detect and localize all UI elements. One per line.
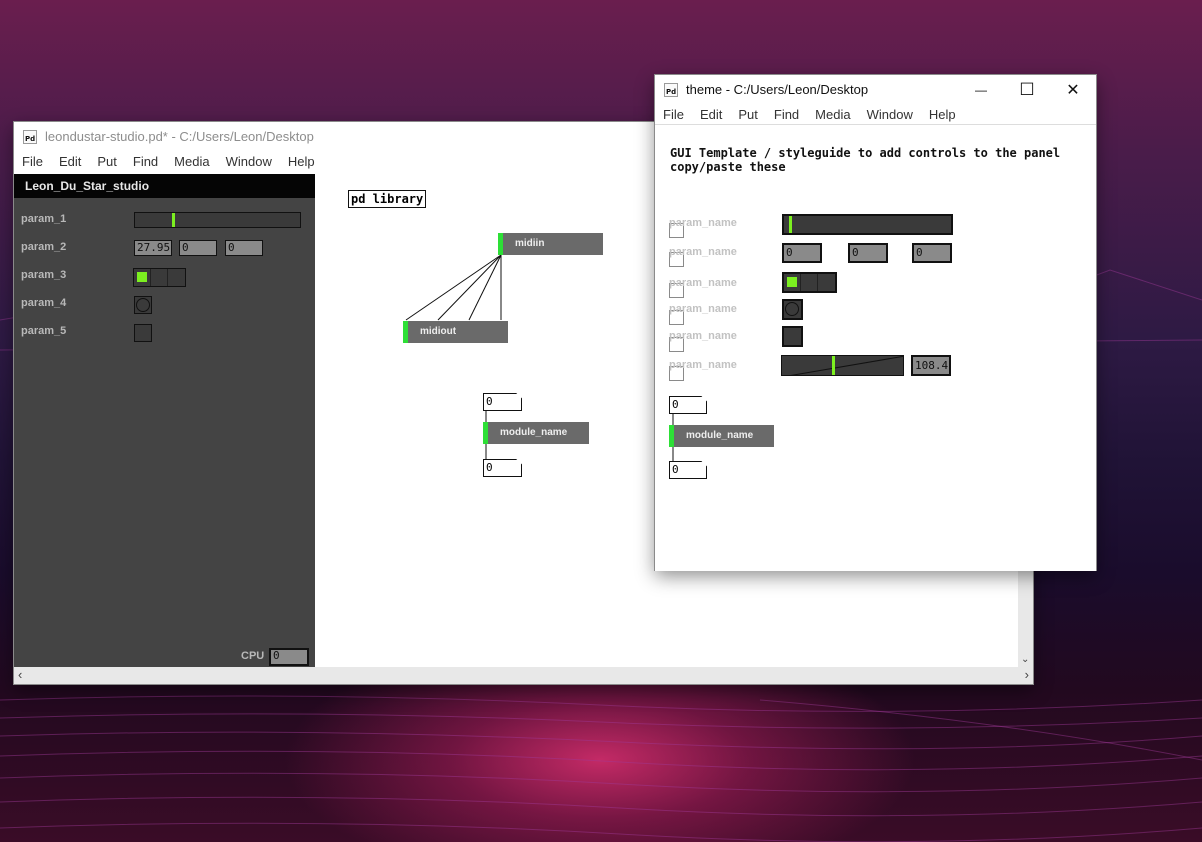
slider-knob[interactable] [789,216,792,233]
slider-knob[interactable] [832,356,835,375]
template-heading-line-1: GUI Template / styleguide to add control… [670,146,1061,160]
param-2-number-a[interactable]: 27.95 [134,240,172,256]
panel-title: Leon_Du_Star_studio [14,174,315,198]
menu-put[interactable]: Put [738,107,758,122]
template-curve-slider[interactable] [781,355,904,376]
pd-app-icon: Pd [23,129,37,144]
row-5-param-label: param_name [669,330,737,342]
studio-panel: Leon_Du_Star_studio param_1 param_2 27.9… [14,174,315,667]
close-icon[interactable]: ✕ [1050,75,1096,104]
menu-help[interactable]: Help [288,154,315,169]
pd-icon-label: Pd [666,87,677,96]
template-radio[interactable] [782,272,837,293]
menu-file[interactable]: File [22,154,43,169]
row-6-param-label: param_name [669,359,737,371]
template-number-box-bottom[interactable]: 0 [669,461,707,479]
cpu-number[interactable]: 0 [269,648,309,666]
param-3-radio[interactable] [133,268,186,287]
param-4-label: param_4 [21,297,67,309]
template-heading-line-2: copy/paste these [670,160,786,174]
menu-media[interactable]: Media [174,154,209,169]
radio-cell-2[interactable] [801,274,818,291]
slider-knob[interactable] [172,213,175,227]
menu-help[interactable]: Help [929,107,956,122]
template-number-b[interactable]: 0 [848,243,888,263]
menu-find[interactable]: Find [774,107,799,122]
main-window-title: leondustar-studio.pd* - C:/Users/Leon/De… [45,129,314,144]
horizontal-scrollbar[interactable]: ‹ › [14,667,1033,684]
menu-edit[interactable]: Edit [700,107,722,122]
theme-menubar: File Edit Put Find Media Window Help [655,104,1096,124]
module-name-object[interactable]: module_name [483,422,589,444]
theme-window-title: theme - C:/Users/Leon/Desktop [686,82,869,97]
scroll-left-arrow-icon[interactable]: ‹ [18,667,22,682]
radio-cell-1[interactable] [134,269,151,286]
param-2-number-b[interactable]: 0 [179,240,217,256]
menu-file[interactable]: File [663,107,684,122]
param-2-number-c[interactable]: 0 [225,240,263,256]
radio-cell-3[interactable] [168,269,185,286]
pd-app-icon: Pd [664,82,678,97]
theme-canvas[interactable]: GUI Template / styleguide to add control… [655,124,1096,571]
row-3-param-label: param_name [669,277,737,289]
pd-icon-label: Pd [25,134,36,143]
theme-titlebar[interactable]: Pd theme - C:/Users/Leon/Desktop — ☐ ✕ [655,75,1096,104]
template-number-c[interactable]: 0 [912,243,952,263]
row-4-param-label: param_name [669,303,737,315]
template-module-name-object[interactable]: module_name [669,425,774,447]
theme-window: Pd theme - C:/Users/Leon/Desktop — ☐ ✕ F… [655,75,1096,571]
template-number-a[interactable]: 0 [782,243,822,263]
menu-put[interactable]: Put [97,154,117,169]
template-slider[interactable] [782,214,953,235]
number-box-top[interactable]: 0 [483,393,522,411]
param-4-bang[interactable] [134,296,152,314]
menu-edit[interactable]: Edit [59,154,81,169]
number-box-bottom[interactable]: 0 [483,459,522,477]
radio-cell-2[interactable] [151,269,168,286]
param-5-toggle[interactable] [134,324,152,342]
midiout-object[interactable]: midiout [403,321,508,343]
radio-cell-3[interactable] [818,274,835,291]
cpu-label: CPU [241,650,265,662]
param-1-label: param_1 [21,213,67,225]
scroll-right-arrow-icon[interactable]: › [1025,667,1029,682]
row-1-param-label: param_name [669,217,737,229]
curve-slider-number[interactable]: 108.4 [911,355,951,376]
menu-media[interactable]: Media [815,107,850,122]
slider-diagonal-line [790,356,903,375]
theme-patch-cords [672,414,674,461]
param-1-slider[interactable] [134,212,301,228]
menu-find[interactable]: Find [133,154,158,169]
window-controls: — ☐ ✕ [958,75,1096,104]
radio-cell-1[interactable] [784,274,801,291]
minimize-icon[interactable]: — [958,75,1004,104]
template-bang[interactable] [782,299,803,320]
midiin-object[interactable]: midiin [498,233,603,255]
template-number-box-top[interactable]: 0 [669,396,707,414]
row-2-param-label: param_name [669,246,737,258]
scroll-down-arrow-icon[interactable]: ⌄ [1021,654,1029,665]
param-2-label: param_2 [21,241,67,253]
maximize-icon[interactable]: ☐ [1004,75,1050,104]
menu-window[interactable]: Window [867,107,913,122]
library-label: pd library [348,190,427,208]
param-3-label: param_3 [21,269,67,281]
menu-window[interactable]: Window [226,154,272,169]
template-toggle[interactable] [782,326,803,347]
param-5-label: param_5 [21,325,67,337]
